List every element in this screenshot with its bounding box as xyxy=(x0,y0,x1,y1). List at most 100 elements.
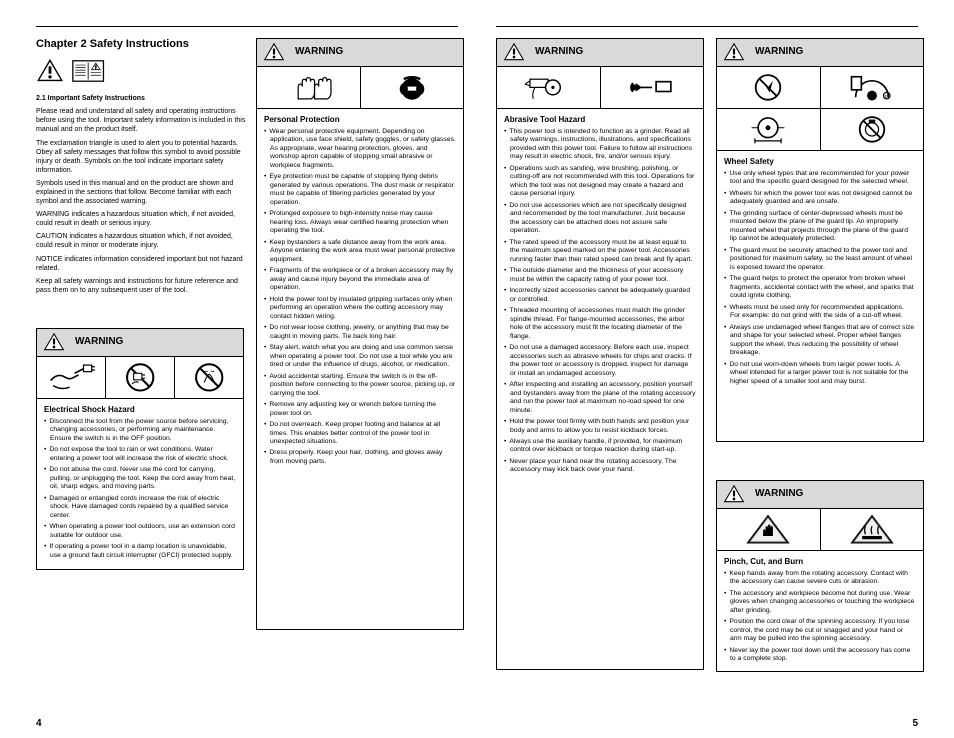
warning-body-title: Personal Protection xyxy=(264,115,456,125)
list-item: The guard helps to protect the operator … xyxy=(724,275,916,300)
warning-label: WARNING xyxy=(75,336,123,349)
list-item: Use only wheel types that are recommende… xyxy=(724,170,916,187)
list-item: When operating a power tool outdoors, us… xyxy=(44,523,236,540)
warning-body: Electrical Shock Hazard Disconnect the t… xyxy=(37,399,243,569)
list-item: Always use undamaged wheel flanges that … xyxy=(724,324,916,358)
grinder-hands-icon xyxy=(497,67,601,108)
warning-body: Abrasive Tool Hazard This power tool is … xyxy=(497,109,703,669)
list-item: Wear personal protective equipment. Depe… xyxy=(264,128,456,170)
rule-top-left xyxy=(36,26,458,27)
intro-text: 2.1 Important Safety Instructions Please… xyxy=(36,94,246,295)
list-item: Damaged or entangled cords increase the … xyxy=(44,495,236,520)
alert-triangle-icon xyxy=(723,42,745,63)
section-heading: Chapter 2 Safety Instructions xyxy=(36,38,246,52)
list-item: Hold the power tool by insulated grippin… xyxy=(264,296,456,321)
intro-p2: The exclamation triangle is used to aler… xyxy=(36,139,246,175)
alert-triangle-icon xyxy=(263,42,285,63)
list-item: Avoid accidental starting. Ensure the sw… xyxy=(264,373,456,398)
warning-body: Wheel Safety Use only wheel types that a… xyxy=(717,151,923,441)
list-item: Do not overreach. Keep proper footing an… xyxy=(264,421,456,446)
list-item: Eye protection must be capable of stoppi… xyxy=(264,173,456,207)
list-item: Incorrectly sized accessories cannot be … xyxy=(504,287,696,304)
warning-box-personal: WARNING Personal Protection Wear persona… xyxy=(256,38,464,630)
warning-header: WARNING xyxy=(257,39,463,67)
list-item: The outside diameter and the thickness o… xyxy=(504,267,696,284)
list-item: This power tool is intended to function … xyxy=(504,128,696,162)
warning-box-wheel: WARNING 30 Wheel Safety Use only wheel t… xyxy=(716,38,924,442)
list-item: Fragments of the workpiece or of a broke… xyxy=(264,267,456,292)
list-item: Remove any adjusting key or wrench befor… xyxy=(264,401,456,418)
svg-text:30: 30 xyxy=(884,94,889,99)
warning-label: WARNING xyxy=(535,46,583,59)
warning-label: WARNING xyxy=(295,46,343,59)
list-item: Threaded mounting of accessories must ma… xyxy=(504,307,696,341)
intro-icon-row xyxy=(36,58,246,86)
list-item: The rated speed of the accessory must be… xyxy=(504,239,696,264)
list-item: Hold the power tool firmly with both han… xyxy=(504,418,696,435)
no-touch-plug-icon xyxy=(106,357,175,398)
no-wet-hands-icon xyxy=(175,357,243,398)
head-protection-icon xyxy=(361,67,464,108)
list-item: The guard must be securely attached to t… xyxy=(724,247,916,272)
warning-body: Personal Protection Wear personal protec… xyxy=(257,109,463,629)
alert-triangle-icon xyxy=(723,484,745,505)
list-item: The grinding surface of center-depressed… xyxy=(724,210,916,244)
gloves-icon xyxy=(257,67,361,108)
list-item: Prolonged exposure to high-intensity noi… xyxy=(264,210,456,235)
warning-body-title: Abrasive Tool Hazard xyxy=(504,115,696,125)
warning-header: WARNING xyxy=(497,39,703,67)
alert-triangle-icon xyxy=(43,332,65,353)
list-item: After inspecting and installing an acces… xyxy=(504,381,696,415)
intro-p1: Please read and understand all safety an… xyxy=(36,107,246,134)
list-item: Disconnect the tool from the power sourc… xyxy=(44,418,236,443)
pictogram-row xyxy=(257,67,463,109)
intro-p6: NOTICE indicates information considered … xyxy=(36,255,246,273)
rule-top-right xyxy=(496,26,918,27)
guard-position-icon: 30 xyxy=(821,67,924,108)
warning-header: WARNING xyxy=(717,481,923,509)
list-item: Do not expose the tool to rain or wet co… xyxy=(44,446,236,463)
list-item: If operating a power tool in a damp loca… xyxy=(44,543,236,560)
no-broken-wheel-icon xyxy=(717,67,821,108)
warning-box-pinch: WARNING Pinch, Cut, and Burn Keep hands … xyxy=(716,480,924,672)
list-item: Keep hands away from the rotating access… xyxy=(724,570,916,587)
list-item: Do not wear loose clothing, jewelry, or … xyxy=(264,324,456,341)
list-item: Do not use a damaged accessory. Before e… xyxy=(504,344,696,378)
intro-p4: WARNING indicates a hazardous situation … xyxy=(36,210,246,228)
intro-p7: Keep all safety warnings and instruction… xyxy=(36,277,246,295)
warning-body-title: Wheel Safety xyxy=(724,157,916,167)
warning-box-electrical: WARNING Electrical Shock Hazard Disconne… xyxy=(36,328,244,570)
warning-header: WARNING xyxy=(717,39,923,67)
list-item: Stay alert, watch what you are doing and… xyxy=(264,344,456,369)
list-item: Wheels for which the power tool was not … xyxy=(724,190,916,207)
page-number-left: 4 xyxy=(36,718,42,731)
pictogram-row: 30 xyxy=(717,67,923,109)
pictogram-row xyxy=(37,357,243,399)
warning-header: WARNING xyxy=(37,329,243,357)
list-item: Do not use worn-down wheels from larger … xyxy=(724,361,916,386)
alert-triangle-icon xyxy=(503,42,525,63)
intro-p5: CAUTION indicates a hazardous situation … xyxy=(36,232,246,250)
list-item: Wheels must be used only for recommended… xyxy=(724,304,916,321)
list-item: Keep bystanders a safe distance away fro… xyxy=(264,239,456,264)
warning-body-title: Electrical Shock Hazard xyxy=(44,405,236,415)
pictogram-row-2 xyxy=(717,109,923,151)
list-item: Do not use accessories which are not spe… xyxy=(504,202,696,236)
alert-triangle-icon xyxy=(36,58,64,86)
no-side-grind-icon xyxy=(821,109,924,150)
list-item: The accessory and workpiece become hot d… xyxy=(724,590,916,615)
list-item: Operations such as sanding, wire brushin… xyxy=(504,165,696,199)
pictogram-row xyxy=(497,67,703,109)
warning-label: WARNING xyxy=(755,46,803,59)
warning-box-abrasive: WARNING Abrasive Tool Hazard This power … xyxy=(496,38,704,670)
pictogram-row xyxy=(717,509,923,551)
warning-label: WARNING xyxy=(755,488,803,501)
list-item: Never lay the power tool down until the … xyxy=(724,647,916,664)
wheel-diameter-icon xyxy=(717,109,821,150)
list-item: Position the cord clear of the spinning … xyxy=(724,618,916,643)
list-item: Dress properly. Keep your hair, clothing… xyxy=(264,449,456,466)
hot-surface-triangle-icon xyxy=(821,509,924,550)
list-item: Do not abuse the cord. Never use the cor… xyxy=(44,466,236,491)
list-item: Never place your hand near the rotating … xyxy=(504,458,696,475)
intro-p3: Symbols used in this manual and on the p… xyxy=(36,179,246,206)
